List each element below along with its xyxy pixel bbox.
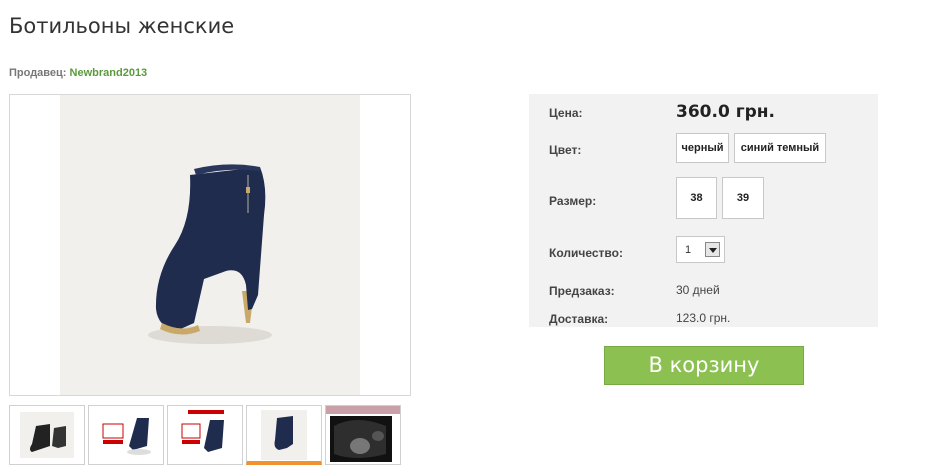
preorder-label: Предзаказ: <box>549 284 615 298</box>
price-value: 360.0 грн. <box>676 102 775 122</box>
thumbnail-5[interactable] <box>325 405 401 465</box>
size-option-39[interactable]: 39 <box>722 177 764 219</box>
thumbnail-2[interactable] <box>88 405 164 465</box>
chevron-down-icon[interactable] <box>705 242 720 257</box>
thumbnail-3[interactable] <box>167 405 243 465</box>
size-label: Размер: <box>549 194 597 208</box>
quantity-value: 1 <box>685 244 692 256</box>
thumbnail-4-active[interactable] <box>246 405 322 465</box>
color-option-dark-blue[interactable]: синий темный <box>734 133 826 163</box>
quantity-select[interactable]: 1 <box>676 236 725 263</box>
add-to-cart-button[interactable]: В корзину <box>604 346 804 385</box>
delivery-value: 123.0 грн. <box>676 311 731 325</box>
price-label: Цена: <box>549 106 583 120</box>
delivery-label: Доставка: <box>549 312 609 326</box>
thumbnail-1[interactable] <box>9 405 85 465</box>
main-product-image[interactable] <box>9 94 411 396</box>
color-option-black[interactable]: черный <box>676 133 729 163</box>
page-title: Ботильоны женские <box>9 14 235 38</box>
product-options-panel: Цена: 360.0 грн. Цвет: черный синий темн… <box>529 94 878 327</box>
ankle-boot-image <box>148 164 272 344</box>
color-label: Цвет: <box>549 143 582 157</box>
seller-link[interactable]: Newbrand2013 <box>70 67 148 79</box>
quantity-label: Количество: <box>549 246 623 260</box>
size-option-38[interactable]: 38 <box>676 177 717 219</box>
preorder-value: 30 дней <box>676 283 720 297</box>
seller-label: Продавец: <box>9 67 67 79</box>
seller-info: Продавец: Newbrand2013 <box>9 67 147 79</box>
